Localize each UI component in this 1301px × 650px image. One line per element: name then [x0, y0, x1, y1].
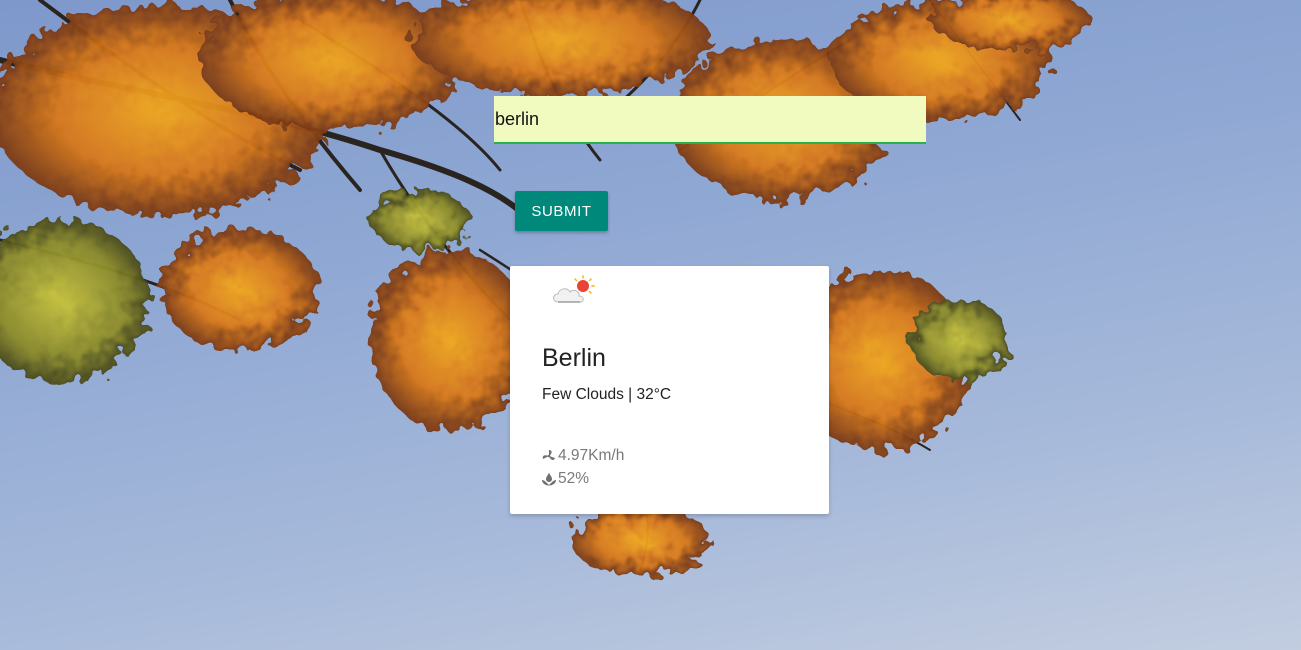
weather-card: Berlin Few Clouds | 32°C 4.97Km/h 52%	[510, 266, 829, 514]
submit-button[interactable]: SUBMIT	[515, 191, 608, 231]
humidity-drop-icon	[542, 473, 556, 486]
weather-summary: Few Clouds | 32°C	[542, 386, 672, 403]
city-search-input[interactable]	[494, 96, 926, 144]
city-name: Berlin	[542, 344, 606, 372]
humidity-value: 52%	[558, 470, 590, 487]
humidity-stat: 52%	[541, 470, 589, 488]
wind-fan-icon	[542, 450, 555, 461]
wind-speed-stat: 4.97Km/h	[541, 447, 624, 465]
weather-app-page: SUBMIT Berlin Few Clouds | 32°C	[0, 0, 1301, 650]
wind-speed-value: 4.97Km/h	[558, 447, 625, 464]
few-clouds-day-icon	[553, 275, 595, 303]
